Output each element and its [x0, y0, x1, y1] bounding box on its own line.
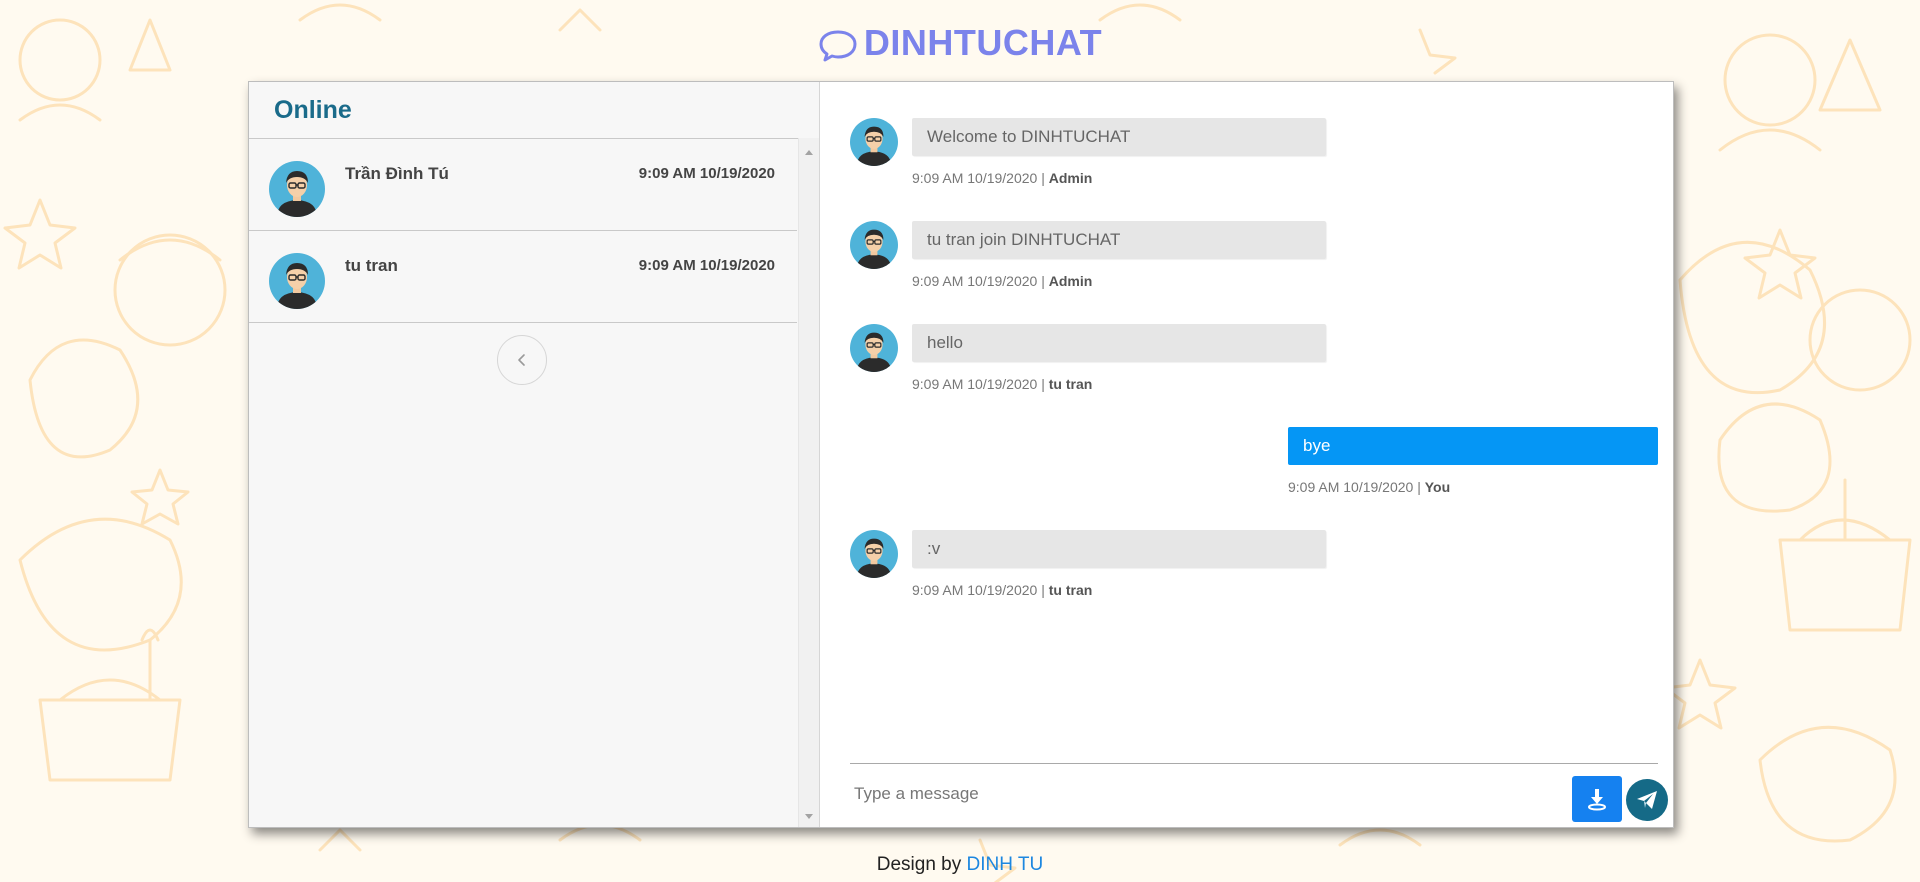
sender-avatar-icon: [850, 324, 898, 372]
message-sender: tu tran: [1048, 582, 1093, 598]
sender-avatar-icon: [850, 118, 898, 166]
online-users-sidebar: Online Trần Đình Tú 9:09 AM 10/19/2020 t…: [249, 82, 820, 827]
message-bubble: Welcome to DINHTUCHAT: [912, 118, 1326, 156]
message-time: 9:09 AM 10/19/2020: [912, 273, 1038, 289]
footer-prefix: Design by: [876, 854, 962, 875]
download-icon: [1588, 789, 1606, 811]
scroll-up-arrow-icon[interactable]: [799, 144, 819, 160]
user-list-item[interactable]: tu tran 9:09 AM 10/19/2020: [249, 231, 797, 323]
meta-separator: |: [1041, 273, 1045, 289]
send-message-button[interactable]: [1626, 779, 1668, 821]
attach-file-button[interactable]: [1572, 776, 1622, 822]
user-online-time: 9:09 AM 10/19/2020: [638, 257, 775, 274]
message-time: 9:09 AM 10/19/2020: [912, 376, 1038, 392]
sidebar-scrollbar[interactable]: [798, 138, 819, 827]
message-bubble: :v: [912, 530, 1326, 568]
message-composer: [850, 763, 1668, 828]
author-link[interactable]: DINH TU: [967, 854, 1044, 875]
collapse-sidebar-button[interactable]: [497, 335, 547, 385]
scroll-down-arrow-icon[interactable]: [799, 809, 819, 825]
user-avatar-icon: [269, 161, 325, 217]
chevron-left-icon: [518, 354, 525, 366]
message-sender: Admin: [1048, 170, 1093, 186]
meta-separator: |: [1041, 376, 1045, 392]
message-sender: tu tran: [1048, 376, 1093, 392]
paper-plane-icon: [1637, 791, 1657, 809]
user-avatar-icon: [269, 253, 325, 309]
message-meta: 9:09 AM 10/19/2020 | tu tran: [912, 582, 1092, 598]
sidebar-title: Online: [274, 95, 352, 124]
chat-pane: Welcome to DINHTUCHAT 9:09 AM 10/19/2020…: [820, 82, 1673, 827]
meta-separator: |: [1041, 582, 1045, 598]
chat-bubble-icon: [819, 30, 857, 62]
message-item: hello 9:09 AM 10/19/2020 | tu tran: [820, 324, 1674, 404]
user-list-item[interactable]: Trần Đình Tú 9:09 AM 10/19/2020: [249, 139, 797, 231]
user-online-time: 9:09 AM 10/19/2020: [638, 165, 775, 182]
sender-avatar-icon: [850, 221, 898, 269]
message-bubble: hello: [912, 324, 1326, 362]
message-item: Welcome to DINHTUCHAT 9:09 AM 10/19/2020…: [820, 118, 1674, 198]
meta-separator: |: [1041, 170, 1045, 186]
app-title: DINHTUCHAT: [863, 22, 1103, 63]
meta-separator: |: [1417, 479, 1421, 495]
online-user-list: Trần Đình Tú 9:09 AM 10/19/2020 tu tran …: [249, 139, 797, 323]
message-meta: 9:09 AM 10/19/2020 | Admin: [912, 273, 1092, 289]
message-meta: 9:09 AM 10/19/2020 | tu tran: [912, 376, 1092, 392]
message-input[interactable]: [850, 776, 1548, 812]
sender-avatar-icon: [850, 530, 898, 578]
page-footer: Design by DINH TU: [0, 854, 1920, 876]
message-sender: You: [1424, 479, 1451, 495]
message-list: Welcome to DINHTUCHAT 9:09 AM 10/19/2020…: [820, 82, 1674, 762]
chat-window: Online Trần Đình Tú 9:09 AM 10/19/2020 t…: [248, 81, 1674, 828]
user-name: Trần Đình Tú: [345, 164, 449, 183]
user-name: tu tran: [345, 256, 398, 275]
message-time: 9:09 AM 10/19/2020: [912, 582, 1038, 598]
message-meta: 9:09 AM 10/19/2020 | You: [1288, 479, 1450, 495]
message-time: 9:09 AM 10/19/2020: [912, 170, 1038, 186]
sent-message-bubble: bye: [1288, 427, 1658, 465]
message-time: 9:09 AM 10/19/2020: [1288, 479, 1414, 495]
message-bubble: tu tran join DINHTUCHAT: [912, 221, 1326, 259]
message-item: :v 9:09 AM 10/19/2020 | tu tran: [820, 530, 1674, 610]
message-item-sent: bye 9:09 AM 10/19/2020 | You: [820, 427, 1674, 507]
message-sender: Admin: [1048, 273, 1093, 289]
sidebar-header: Online: [249, 82, 819, 139]
message-item: tu tran join DINHTUCHAT 9:09 AM 10/19/20…: [820, 221, 1674, 301]
app-header: DINHTUCHAT: [0, 18, 1920, 68]
message-meta: 9:09 AM 10/19/2020 | Admin: [912, 170, 1092, 186]
